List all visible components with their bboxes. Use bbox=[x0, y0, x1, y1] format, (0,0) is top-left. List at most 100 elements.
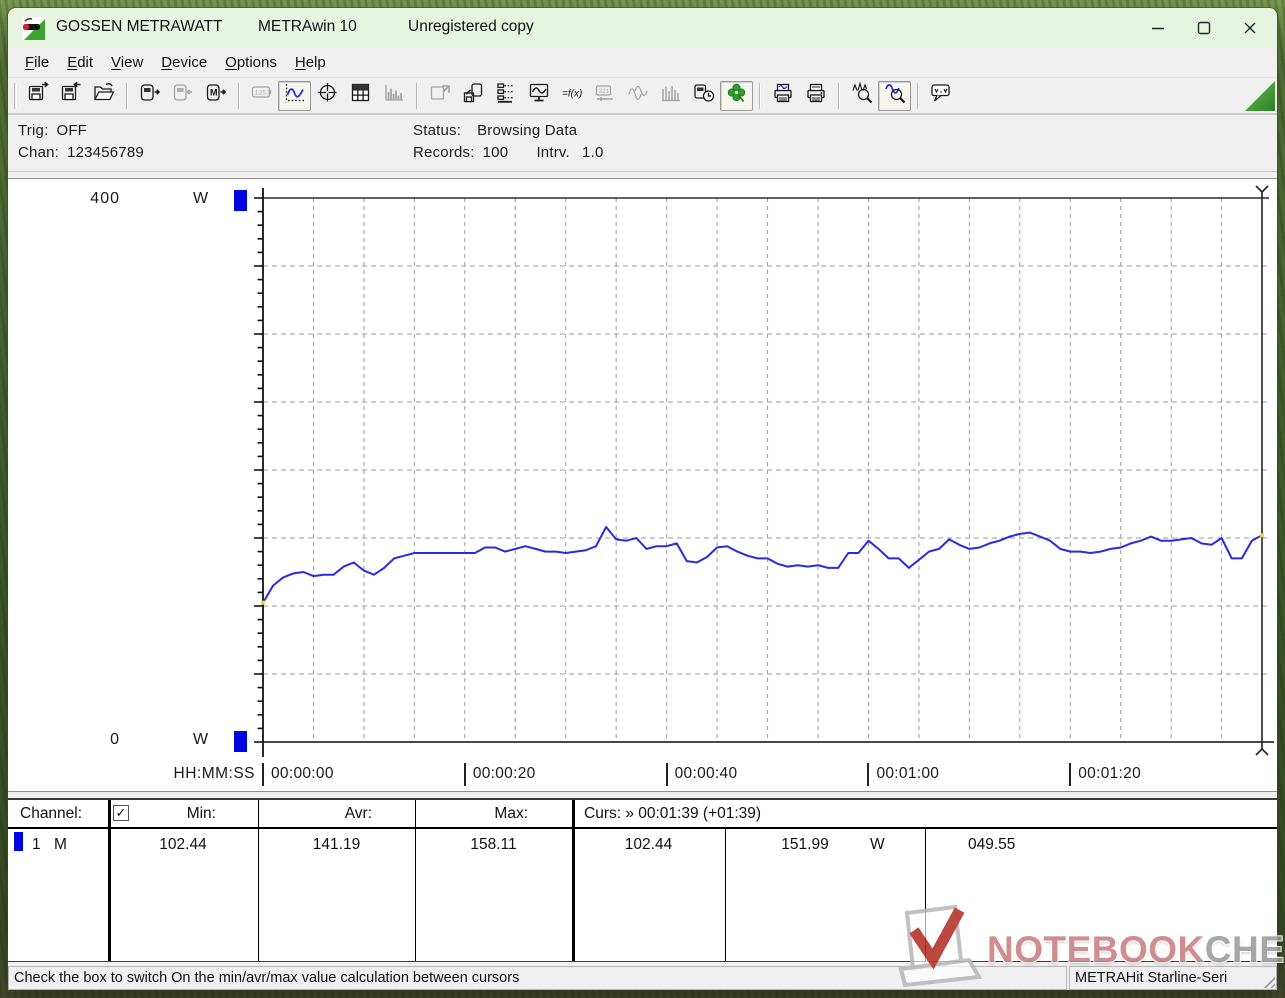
channel-mode: M bbox=[54, 836, 67, 854]
scope-view-icon bbox=[316, 81, 340, 110]
save-export-button[interactable] bbox=[21, 81, 54, 111]
status-label: Status: bbox=[413, 122, 461, 139]
toolbar-separator bbox=[126, 83, 127, 109]
open-file-button[interactable] bbox=[87, 81, 120, 111]
app-logo-icon bbox=[22, 17, 45, 40]
device-store-icon bbox=[461, 81, 485, 110]
digital-pulses-icon bbox=[659, 81, 683, 110]
channel-max-value: 158.11 bbox=[415, 836, 572, 854]
channel-avr-value: 141.19 bbox=[258, 836, 415, 854]
maximize-button[interactable] bbox=[1181, 8, 1227, 48]
cursor-b-marker bbox=[1260, 533, 1264, 537]
histogram-view-button bbox=[377, 81, 410, 111]
menu-view[interactable]: View bbox=[102, 50, 152, 75]
records-value: 100 bbox=[483, 144, 509, 161]
power-chart-panel: 400 W 0 W HH:MM:SS 00:00:0000:00:2000:00… bbox=[8, 178, 1277, 792]
cursor-a-marker bbox=[261, 601, 265, 605]
svg-text:321: 321 bbox=[598, 88, 609, 95]
menu-edit[interactable]: Edit bbox=[58, 50, 102, 75]
cursor-diff-value: 049.55 bbox=[968, 836, 1015, 854]
statusbar-hint-text: Check the box to switch On the min/avr/m… bbox=[14, 970, 519, 986]
toolbar-corner-wedge bbox=[1245, 81, 1275, 111]
menu-help[interactable]: Help bbox=[286, 50, 335, 75]
print-preview-button[interactable] bbox=[766, 81, 799, 111]
status-value: Browsing Data bbox=[477, 122, 577, 139]
acquisition-info-panel: Trig:OFF Chan:123456789 Status:Browsing … bbox=[8, 114, 1277, 172]
device-memory-button[interactable]: M bbox=[199, 81, 232, 111]
channels-label: Chan: bbox=[18, 144, 59, 161]
minimize-button[interactable] bbox=[1135, 8, 1181, 48]
cursor-b-value: 151.99 bbox=[725, 836, 885, 854]
panel-view-icon: 321 bbox=[593, 81, 617, 110]
device-write-icon bbox=[171, 81, 195, 110]
online-monitor-icon bbox=[527, 81, 551, 110]
statusbar-hint: Check the box to switch On the min/avr/m… bbox=[8, 966, 1067, 990]
print-preview-icon bbox=[771, 81, 795, 110]
print-icon bbox=[804, 81, 828, 110]
scope-view-button[interactable] bbox=[311, 81, 344, 111]
curve-view-icon bbox=[283, 81, 307, 110]
time-settings-button[interactable] bbox=[687, 81, 720, 111]
statusbar-device-text: METRAHit Starline-Seri bbox=[1075, 970, 1227, 986]
power-chart-svg bbox=[8, 179, 1277, 793]
channel-statistics-table: Channel: ✓ Min: Avr: Max: Curs: » 00:01:… bbox=[8, 798, 1277, 962]
window-controls bbox=[1135, 8, 1273, 48]
table-view-icon bbox=[349, 81, 373, 110]
interval-label: Intrv. bbox=[536, 144, 569, 161]
col-header-channel: Channel: bbox=[20, 805, 82, 823]
digital-pulses-button bbox=[654, 81, 687, 111]
device-read-button[interactable] bbox=[133, 81, 166, 111]
annotation-button[interactable] bbox=[924, 81, 957, 111]
formula-fx-button[interactable]: =f(x) bbox=[555, 81, 588, 111]
save-import-button[interactable] bbox=[54, 81, 87, 111]
zoom-all-icon bbox=[850, 81, 874, 110]
title-bar[interactable]: GOSSEN METRAWATT METRAwin 10 Unregistere… bbox=[8, 8, 1277, 48]
channel-setup-icon bbox=[494, 81, 518, 110]
curve-view-button[interactable] bbox=[278, 81, 311, 111]
col-header-max: Max: bbox=[415, 805, 528, 823]
formula-fx-icon: =f(x) bbox=[560, 81, 584, 110]
cursor-a-value: 102.44 bbox=[572, 836, 725, 854]
channel-setup-button[interactable] bbox=[489, 81, 522, 111]
table-view-button[interactable] bbox=[344, 81, 377, 111]
toolbar-grip[interactable] bbox=[14, 83, 17, 109]
save-import-icon bbox=[59, 81, 83, 110]
maximize-icon bbox=[1195, 19, 1213, 37]
time-settings-icon bbox=[692, 81, 716, 110]
cursor-b-unit: W bbox=[870, 836, 885, 854]
svg-text:M: M bbox=[210, 88, 218, 98]
channels-value: 123456789 bbox=[67, 144, 144, 161]
zoom-curve-button[interactable] bbox=[878, 81, 911, 111]
analog-curves-icon bbox=[626, 81, 650, 110]
online-monitor-button[interactable] bbox=[522, 81, 555, 111]
menu-device[interactable]: Device bbox=[152, 50, 216, 75]
device-write-button bbox=[166, 81, 199, 111]
print-button[interactable] bbox=[799, 81, 832, 111]
zoom-all-button[interactable] bbox=[845, 81, 878, 111]
histogram-view-icon bbox=[382, 81, 406, 110]
statusbar-device: METRAHit Starline-Seri bbox=[1069, 966, 1277, 990]
lucky-clover-button[interactable] bbox=[720, 81, 753, 111]
minimize-icon bbox=[1149, 19, 1167, 37]
toolbar: M1257=f(x)321 bbox=[8, 78, 1277, 114]
export-data-icon bbox=[428, 81, 452, 110]
menu-file[interactable]: File bbox=[16, 50, 58, 75]
analog-curves-button bbox=[621, 81, 654, 111]
toolbar-separator bbox=[759, 83, 760, 109]
menu-options[interactable]: Options bbox=[216, 50, 286, 75]
resize-grip[interactable] bbox=[1261, 974, 1275, 988]
col-header-cursors: Curs: » 00:01:39 (+01:39) bbox=[584, 805, 761, 823]
annotation-icon bbox=[929, 81, 953, 110]
close-button[interactable] bbox=[1227, 8, 1273, 48]
trigger-label: Trig: bbox=[18, 122, 48, 139]
toolbar-separator bbox=[917, 83, 918, 109]
menu-bar: FileEditViewDeviceOptionsHelp bbox=[8, 48, 1277, 78]
device-store-button[interactable] bbox=[456, 81, 489, 111]
col-header-avr: Avr: bbox=[258, 805, 372, 823]
device-read-icon bbox=[138, 81, 162, 110]
window-title-license: Unregistered copy bbox=[408, 18, 534, 36]
status-bar: Check the box to switch On the min/avr/m… bbox=[8, 966, 1277, 990]
svg-text:=f(x): =f(x) bbox=[562, 89, 582, 100]
zoom-curve-icon bbox=[883, 81, 907, 110]
open-file-icon bbox=[92, 81, 116, 110]
